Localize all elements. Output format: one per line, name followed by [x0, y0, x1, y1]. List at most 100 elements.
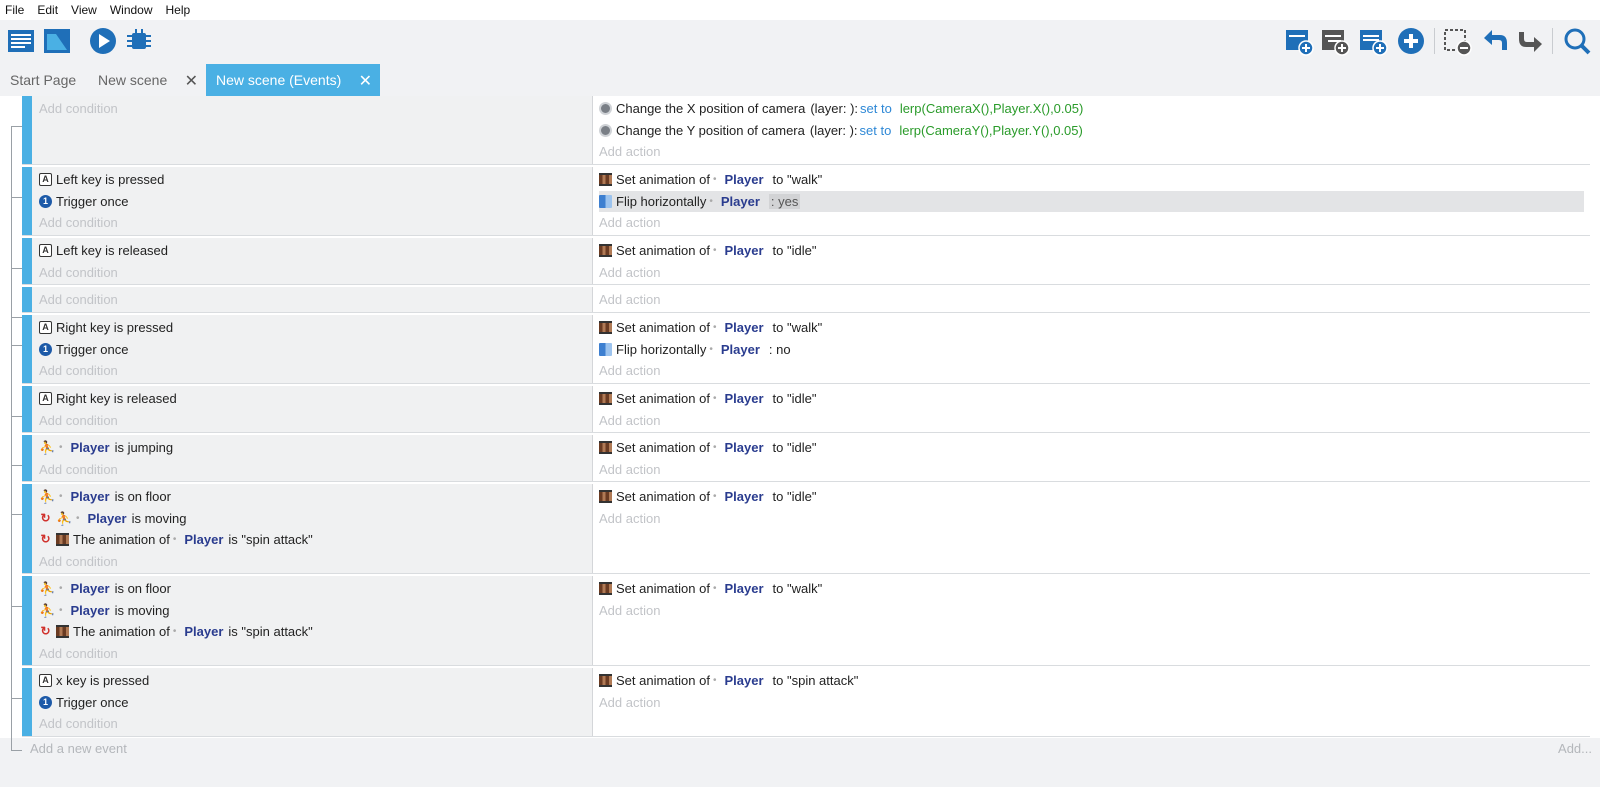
event-drag-handle[interactable]: [22, 576, 32, 665]
event-block[interactable]: Add condition Add action: [22, 287, 1590, 313]
tab-new-scene[interactable]: New scene ✕: [88, 64, 206, 96]
event-block[interactable]: A Left key is released Add condition Set an…: [22, 238, 1590, 285]
action-row[interactable]: Change the Y position of camera (layer: )…: [599, 120, 1083, 141]
preview-play-icon[interactable]: [88, 26, 118, 56]
action-row[interactable]: Set animation of • Player to "walk": [599, 578, 822, 599]
action-row[interactable]: Set animation of• Player to "idle": [599, 240, 816, 261]
add-action-link[interactable]: Add action: [599, 289, 660, 310]
action-row[interactable]: Change the X position of camera (layer: )…: [599, 98, 1083, 119]
action-row[interactable]: Set animation of• Player to "idle": [599, 486, 816, 507]
add-condition-link[interactable]: Add condition: [39, 551, 118, 572]
condition-row[interactable]: A Right key is pressed: [39, 317, 173, 338]
condition-row[interactable]: ⛹ • Player is moving: [39, 600, 169, 621]
add-condition-link[interactable]: Add condition: [39, 410, 118, 431]
condition-row[interactable]: 1 Trigger once: [39, 339, 129, 360]
add-more-link[interactable]: Add...: [1558, 741, 1592, 756]
add-condition-link[interactable]: Add condition: [39, 98, 118, 119]
event-block[interactable]: ⛹ • Player is on floor ↻ ⛹ • Player is moving ↻ Th…: [22, 484, 1590, 574]
add-comment-icon[interactable]: [1358, 26, 1388, 56]
animation-icon: [599, 582, 612, 595]
event-block[interactable]: ⛹ • Player is on floor ⛹ • Player is moving ↻ The…: [22, 576, 1590, 666]
add-condition-link[interactable]: Add condition: [39, 643, 118, 664]
action-row[interactable]: Flip horizontally • Player: no: [599, 339, 791, 360]
event-drag-handle[interactable]: [22, 668, 32, 736]
condition-row[interactable]: 1 Trigger once: [39, 692, 129, 713]
add-action-link[interactable]: Add action: [599, 262, 660, 283]
add-action-link[interactable]: Add action: [599, 459, 660, 480]
add-more-icon[interactable]: [1396, 26, 1426, 56]
event-drag-handle[interactable]: [22, 96, 32, 164]
condition-row[interactable]: ↻ The animation of • Player is "spin attack": [39, 529, 312, 550]
event-drag-handle[interactable]: [22, 287, 32, 312]
action-row[interactable]: Set animation of • Player to "spin attack": [599, 670, 858, 691]
delete-selection-icon[interactable]: [1442, 26, 1472, 56]
keyboard-icon: A: [39, 674, 52, 687]
event-drag-handle[interactable]: [22, 435, 32, 481]
add-action-link[interactable]: Add action: [599, 508, 660, 529]
condition-row[interactable]: ↻ The animation of • Player is "spin attack": [39, 621, 312, 642]
add-condition-link[interactable]: Add condition: [39, 212, 118, 233]
redo-icon[interactable]: [1516, 26, 1546, 56]
condition-row[interactable]: ⛹ • Player is on floor: [39, 578, 171, 599]
event-drag-handle[interactable]: [22, 167, 32, 235]
add-action-link[interactable]: Add action: [599, 360, 660, 381]
event-block[interactable]: A Right key is released Add condition Set a…: [22, 386, 1590, 433]
menu-help[interactable]: Help: [166, 3, 191, 17]
add-condition-link[interactable]: Add condition: [39, 289, 118, 310]
condition-row[interactable]: ⛹ • Player is jumping: [39, 437, 173, 458]
action-value: to "spin attack": [772, 673, 859, 688]
add-subevent-icon[interactable]: [1320, 26, 1350, 56]
event-block[interactable]: A Left key is pressed 1 Trigger once Add con…: [22, 167, 1590, 236]
debugger-icon[interactable]: [124, 26, 154, 56]
flip-icon: [599, 194, 612, 208]
event-block[interactable]: A Right key is pressed 1 Trigger once Add co…: [22, 315, 1590, 384]
event-drag-handle[interactable]: [22, 386, 32, 432]
event-block[interactable]: Ax key is pressed 1 Trigger once Add condit…: [22, 668, 1590, 737]
close-icon[interactable]: ✕: [185, 71, 198, 91]
condition-row[interactable]: ↻ ⛹ • Player is moving: [39, 508, 186, 529]
actions-panel: Set animation of • Player to "walk" Flip hor…: [593, 167, 1590, 235]
tree-tick: [11, 197, 22, 198]
action-row[interactable]: Set animation of • Player to "walk": [599, 169, 822, 190]
condition-row[interactable]: A Right key is released: [39, 388, 177, 409]
add-new-event-link[interactable]: Add a new event: [30, 741, 127, 756]
add-condition-link[interactable]: Add condition: [39, 262, 118, 283]
add-action-link[interactable]: Add action: [599, 410, 660, 431]
condition-row[interactable]: Ax key is pressed: [39, 670, 149, 691]
menu-edit[interactable]: Edit: [37, 3, 58, 17]
add-condition-link[interactable]: Add condition: [39, 713, 118, 734]
action-row[interactable]: Set animation of• Player to "idle": [599, 437, 816, 458]
condition-row[interactable]: ⛹ • Player is on floor: [39, 486, 171, 507]
add-condition-link[interactable]: Add condition: [39, 360, 118, 381]
event-block[interactable]: Add condition Change the X position of ca…: [22, 96, 1590, 165]
action-row[interactable]: Set animation of • Player to "walk": [599, 317, 822, 338]
event-drag-handle[interactable]: [22, 484, 32, 573]
condition-row[interactable]: 1 Trigger once: [39, 191, 129, 212]
add-action-link[interactable]: Add action: [599, 212, 660, 233]
undo-icon[interactable]: [1480, 26, 1510, 56]
menu-view[interactable]: View: [71, 3, 97, 17]
menu-file[interactable]: File: [5, 3, 24, 17]
add-action-link[interactable]: Add action: [599, 692, 660, 713]
action-keyword: set to: [860, 101, 892, 116]
event-block[interactable]: ⛹ • Player is jumping Add condition Set anima…: [22, 435, 1590, 482]
condition-row[interactable]: A Left key is released: [39, 240, 168, 261]
search-icon[interactable]: [1562, 26, 1592, 56]
close-icon[interactable]: ✕: [359, 71, 372, 91]
event-drag-handle[interactable]: [22, 315, 32, 383]
scene-editor-icon[interactable]: [42, 26, 72, 56]
add-action-link[interactable]: Add action: [599, 141, 660, 162]
tree-tick: [11, 750, 22, 751]
tab-new-scene-events[interactable]: New scene (Events) ✕: [206, 64, 380, 96]
action-row[interactable]: Flip horizontally • Player: yes: [599, 190, 1584, 212]
menu-window[interactable]: Window: [110, 3, 153, 17]
condition-row[interactable]: A Left key is pressed: [39, 169, 164, 190]
tab-start-page[interactable]: Start Page: [0, 64, 88, 96]
action-value: : no: [768, 341, 791, 357]
event-drag-handle[interactable]: [22, 238, 32, 284]
add-action-link[interactable]: Add action: [599, 600, 660, 621]
project-manager-icon[interactable]: [6, 26, 36, 56]
add-event-icon[interactable]: [1284, 26, 1314, 56]
add-condition-link[interactable]: Add condition: [39, 459, 118, 480]
action-row[interactable]: Set animation of• Player to "idle": [599, 388, 816, 409]
